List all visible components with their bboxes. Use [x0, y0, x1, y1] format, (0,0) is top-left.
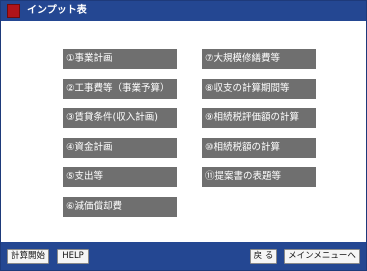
menu-button-calculation-period[interactable]: ⑧収支の計算期間等: [202, 79, 316, 99]
menu-button-inheritance-tax[interactable]: ⑩相続税額の計算: [202, 138, 316, 158]
menu-button-funding-plan[interactable]: ④資金計画: [63, 138, 177, 158]
help-button[interactable]: HELP: [57, 249, 89, 264]
menu-button-proposal-title[interactable]: ⑪提案書の表題等: [202, 167, 316, 187]
main-menu-button[interactable]: メインメニューへ: [284, 249, 360, 264]
footer-bar: 計算開始 HELP 戻 る メインメニューへ: [1, 242, 366, 270]
title-bar: インプット表: [1, 1, 366, 21]
menu-button-construction-cost[interactable]: ②工事費等（事業予算）: [63, 79, 177, 99]
menu-button-inheritance-valuation[interactable]: ⑨相続税評価額の計算: [202, 108, 316, 128]
menu-button-major-repairs[interactable]: ⑦大規模修繕費等: [202, 49, 316, 69]
menu-button-expenditures[interactable]: ⑤支出等: [63, 167, 177, 187]
menu-button-depreciation[interactable]: ⑥減価償却費: [63, 197, 177, 217]
calc-start-button[interactable]: 計算開始: [7, 249, 49, 264]
back-button[interactable]: 戻 る: [250, 249, 277, 264]
menu-button-business-plan[interactable]: ①事業計画: [63, 49, 177, 69]
menu-button-rental-conditions[interactable]: ③賃貸条件(収入計画): [63, 108, 177, 128]
app-window: インプット表 ①事業計画 ②工事費等（事業予算） ③賃貸条件(収入計画) ④資金…: [0, 0, 367, 271]
window-title: インプット表: [27, 5, 87, 16]
app-icon: [7, 4, 20, 18]
